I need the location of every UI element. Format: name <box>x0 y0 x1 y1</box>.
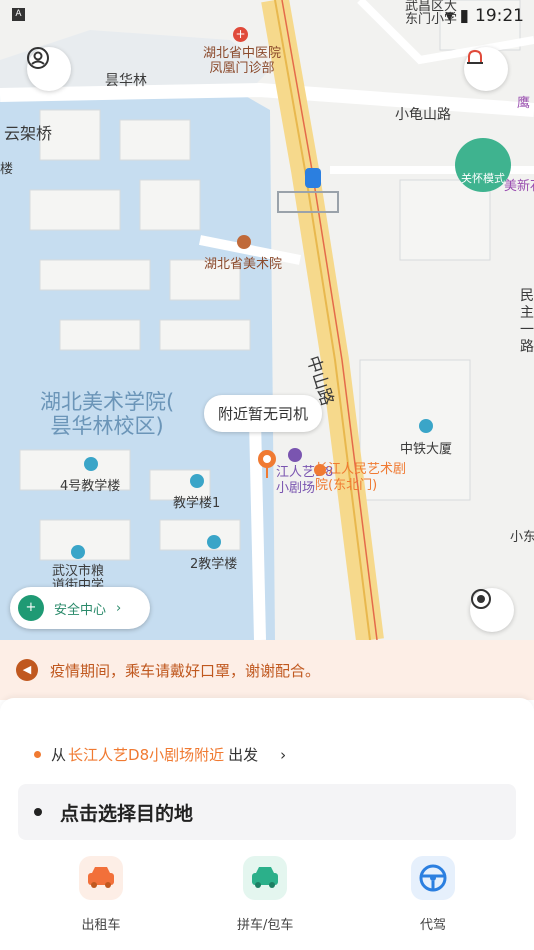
map-canvas <box>0 0 534 642</box>
theater-icon <box>288 448 302 462</box>
map-label-academy: 湖北美术学院( 昙华林校区) <box>40 390 175 438</box>
map-label-xiaodong: 小东 <box>510 530 534 545</box>
school-icon <box>71 545 85 559</box>
map-label-crec: 中铁大厦 <box>400 442 453 457</box>
taxi-icon <box>79 856 123 900</box>
service-taxi[interactable]: 出租车 <box>79 856 123 933</box>
service-driver-label: 代驾 <box>419 918 446 933</box>
map-label-hospital: 湖北省中医院 凤凰门诊部 <box>203 46 282 76</box>
from-suffix: 出发 <box>228 746 259 764</box>
status-notification-icon: A <box>12 8 25 21</box>
service-carpool-label: 拼车/包车 <box>237 918 294 933</box>
hospital-icon: + <box>233 27 248 42</box>
map-label-building4: 4号教学楼 <box>60 479 121 494</box>
location-target-icon <box>471 589 491 609</box>
locate-me-button[interactable] <box>470 588 514 632</box>
destination-dot-icon <box>34 808 42 816</box>
carpool-icon <box>243 856 288 900</box>
school-icon <box>190 474 204 488</box>
service-designated-driver[interactable]: 代驾 <box>411 856 455 933</box>
chevron-right-icon: › <box>280 745 287 764</box>
bus-stop-icon[interactable] <box>305 168 321 188</box>
shield-icon: + <box>18 595 44 621</box>
user-icon <box>27 47 49 69</box>
map-label-theater-b: 长江人民艺术剧 院(东北门) <box>315 462 407 493</box>
map-label-ying: 鹰 <box>517 96 531 111</box>
service-taxi-label: 出租车 <box>81 918 121 933</box>
battery-icon: ▮ <box>459 6 469 26</box>
map-label-minzhu: 民 主 一 路 <box>520 288 534 355</box>
service-carpool[interactable]: 拼车/包车 <box>237 856 293 933</box>
notice-bar: ◀ 疫情期间，乘车请戴好口罩，谢谢配合。 <box>0 640 534 700</box>
map-label-school: 武昌区大 东门小学 <box>405 0 458 27</box>
from-prefix: 从 <box>51 746 67 764</box>
care-mode-label: 关怀模式 <box>461 172 505 185</box>
care-mode-button[interactable]: 关怀模式 <box>455 138 511 192</box>
destination-placeholder: 点击选择目的地 <box>60 802 194 825</box>
school-icon <box>207 535 221 549</box>
map-label-lou: 楼 <box>0 162 14 177</box>
safety-center-label: 安全中心 <box>54 602 107 618</box>
pickup-pin-icon <box>258 450 276 468</box>
map-label-building2: 2教学楼 <box>190 557 238 572</box>
map-label-minhualin: 昙华林 <box>105 73 147 89</box>
notification-button[interactable] <box>464 47 508 91</box>
notice-text: 疫情期间，乘车请戴好口罩，谢谢配合。 <box>50 661 321 680</box>
theater-marker-icon <box>314 464 326 476</box>
map-label-building1: 教学楼1 <box>173 496 221 511</box>
destination-input[interactable]: 点击选择目的地 <box>18 784 516 840</box>
map-label-meixin: 美新石 <box>504 179 534 194</box>
school-icon <box>84 457 98 471</box>
pickup-place: 长江人艺D8小剧场附近 <box>68 746 225 764</box>
pickup-location-row[interactable]: 从 长江人艺D8小剧场附近 出发 › <box>34 744 286 765</box>
museum-icon <box>237 235 251 249</box>
map-label-artmuseum: 湖北省美术院 <box>204 257 283 272</box>
speaker-icon: ◀ <box>16 659 38 681</box>
status-bar: ▾ ▮ 19:21 <box>445 0 534 28</box>
trip-panel: 从 长江人艺D8小剧场附近 出发 › 点击选择目的地 出租车 拼车/包车 代驾 <box>0 698 534 950</box>
chevron-right-icon: › <box>116 600 122 616</box>
user-profile-button[interactable] <box>27 47 71 91</box>
steering-wheel-icon <box>411 856 455 900</box>
pickup-dot-icon <box>34 751 41 758</box>
driver-status-tooltip: 附近暂无司机 <box>204 395 323 432</box>
status-time: 19:21 <box>475 6 524 26</box>
map-view[interactable]: A ▾ ▮ 19:21 武昌区大 东门小学 湖北省中医院 凤凰门诊部 + 昙华林… <box>0 0 534 660</box>
bell-icon <box>467 49 483 64</box>
pickup-pin-stem <box>266 468 268 478</box>
map-label-xiaoguishan: 小龟山路 <box>395 107 451 123</box>
building-icon <box>419 419 433 433</box>
map-label-yunjiaqiao: 云架桥 <box>4 124 53 143</box>
safety-center-button[interactable]: + 安全中心 › <box>10 587 150 629</box>
